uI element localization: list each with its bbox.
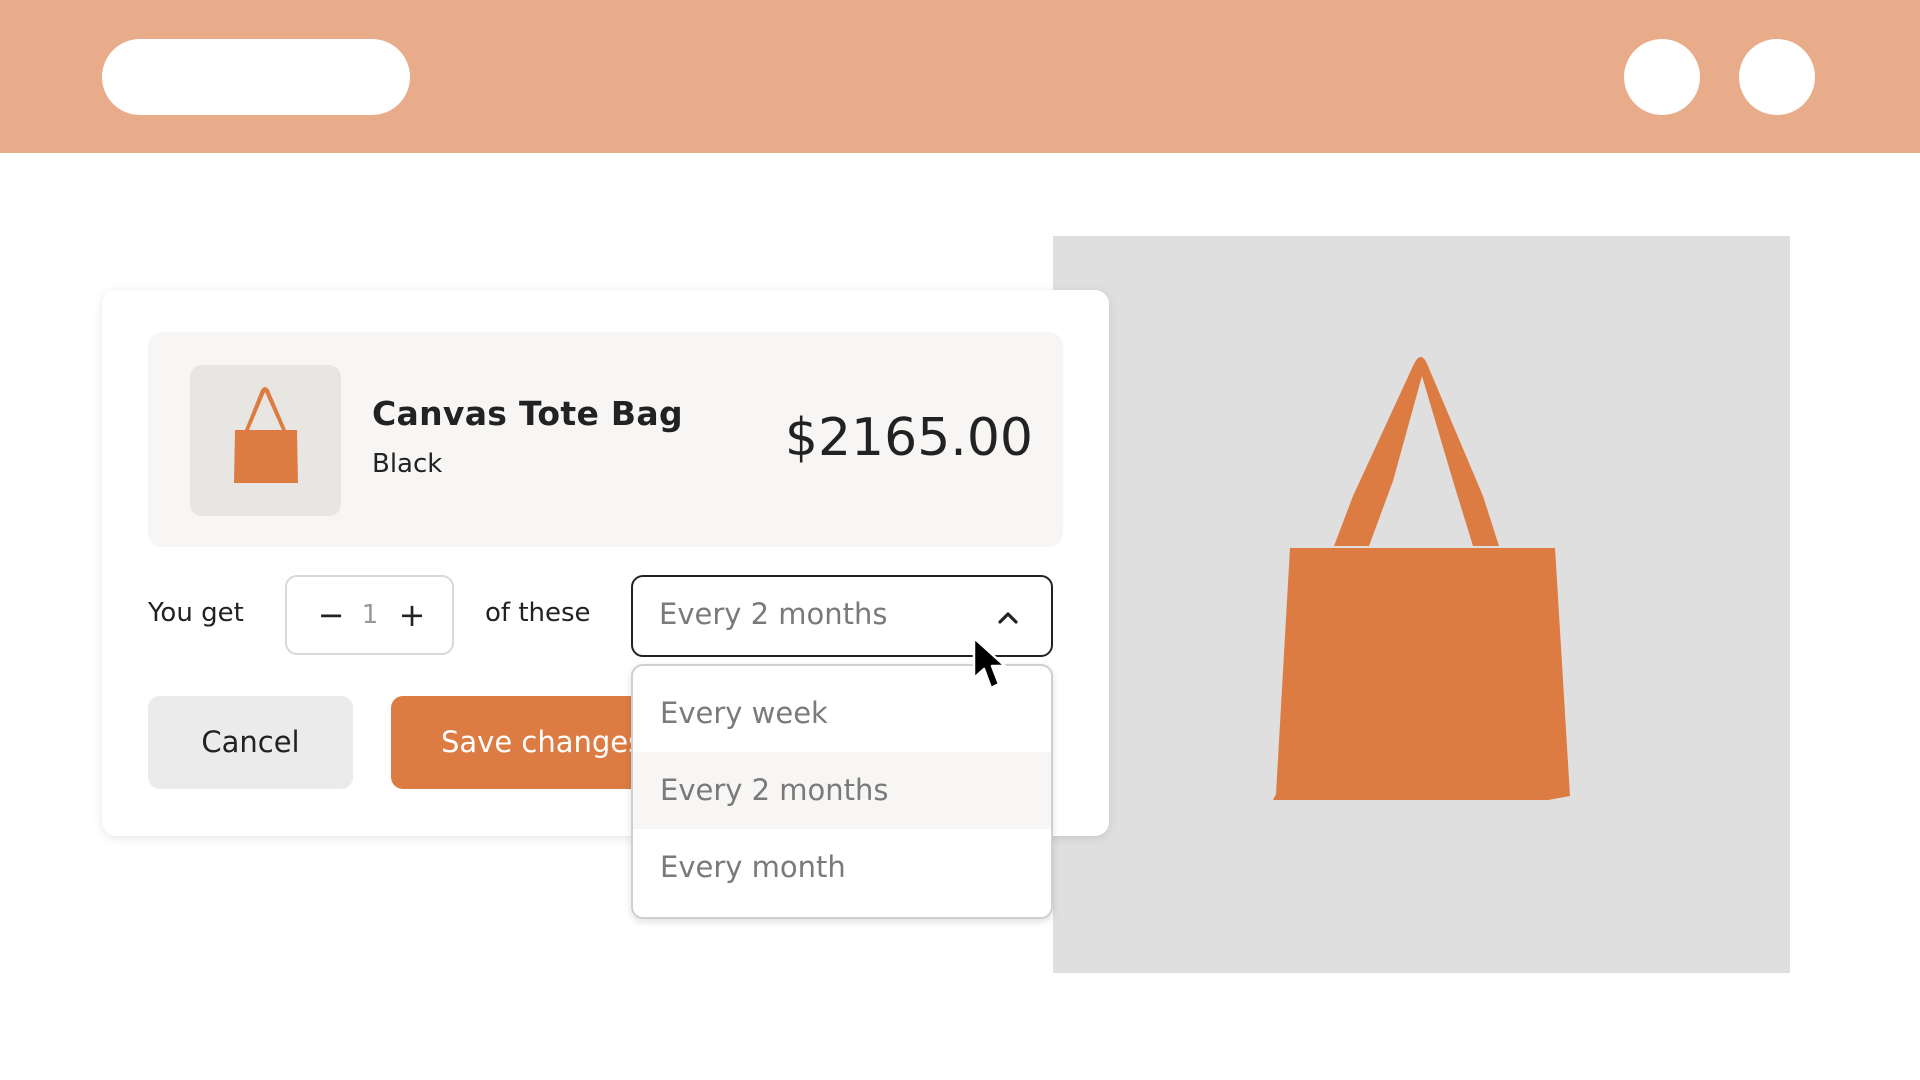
quantity-value[interactable]: 1 [355, 593, 385, 637]
decrement-button[interactable]: − [311, 591, 351, 639]
frequency-dropdown-list: Every week Every 2 months Every month [631, 664, 1053, 919]
window-button[interactable] [1624, 39, 1700, 115]
product-price: $2165.00 [784, 408, 1033, 468]
product-summary: Canvas Tote Bag Black $2165.00 [148, 332, 1063, 547]
product-image [1053, 236, 1790, 973]
tote-bag-icon [1273, 357, 1570, 800]
dropdown-option-highlighted[interactable]: Every 2 months [633, 752, 1051, 829]
window-button[interactable] [1739, 39, 1815, 115]
of-these-label: of these [485, 598, 591, 628]
product-variant: Black [372, 449, 443, 479]
browser-topbar [0, 0, 1920, 153]
frequency-selected-value: Every 2 months [659, 597, 888, 631]
chevron-up-icon [998, 612, 1018, 624]
product-name: Canvas Tote Bag [372, 394, 683, 433]
address-bar[interactable] [102, 39, 410, 115]
increment-button[interactable]: + [392, 591, 432, 639]
you-get-label: You get [148, 598, 244, 628]
product-thumbnail [190, 365, 341, 516]
quantity-stepper: − 1 + [285, 575, 454, 655]
mouse-pointer-icon [972, 636, 1007, 690]
dropdown-option[interactable]: Every month [633, 829, 1051, 906]
tote-bag-icon [234, 387, 298, 483]
cancel-button[interactable]: Cancel [148, 696, 353, 789]
